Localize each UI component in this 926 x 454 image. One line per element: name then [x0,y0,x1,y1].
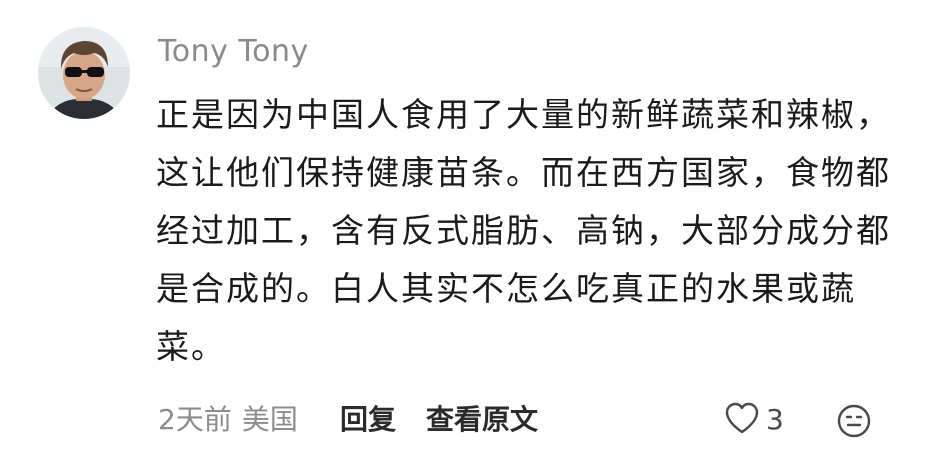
view-original-button[interactable]: 查看原文 [426,402,538,438]
smiley-face-icon[interactable] [836,403,872,439]
avatar[interactable] [38,27,130,119]
timestamp: 2天前 [158,403,232,436]
like-button[interactable]: 3 [724,400,784,440]
username[interactable]: Tony Tony [158,32,309,72]
comment-footer: 2天前 美国 回复 查看原文 3 [158,398,888,442]
heart-outline-icon [724,401,760,439]
region-label: 美国 [241,403,298,436]
avatar-image [38,27,130,119]
comment-item: Tony Tony 正是因为中国人食用了大量的新鲜蔬菜和辣椒，这让他们保持健康苗… [0,0,926,454]
like-count: 3 [766,403,784,436]
comment-meta: 2天前 美国 [158,402,298,438]
comment-text: 正是因为中国人食用了大量的新鲜蔬菜和辣椒，这让他们保持健康苗条。而在西方国家，食… [156,95,891,366]
reply-button[interactable]: 回复 [340,402,396,438]
